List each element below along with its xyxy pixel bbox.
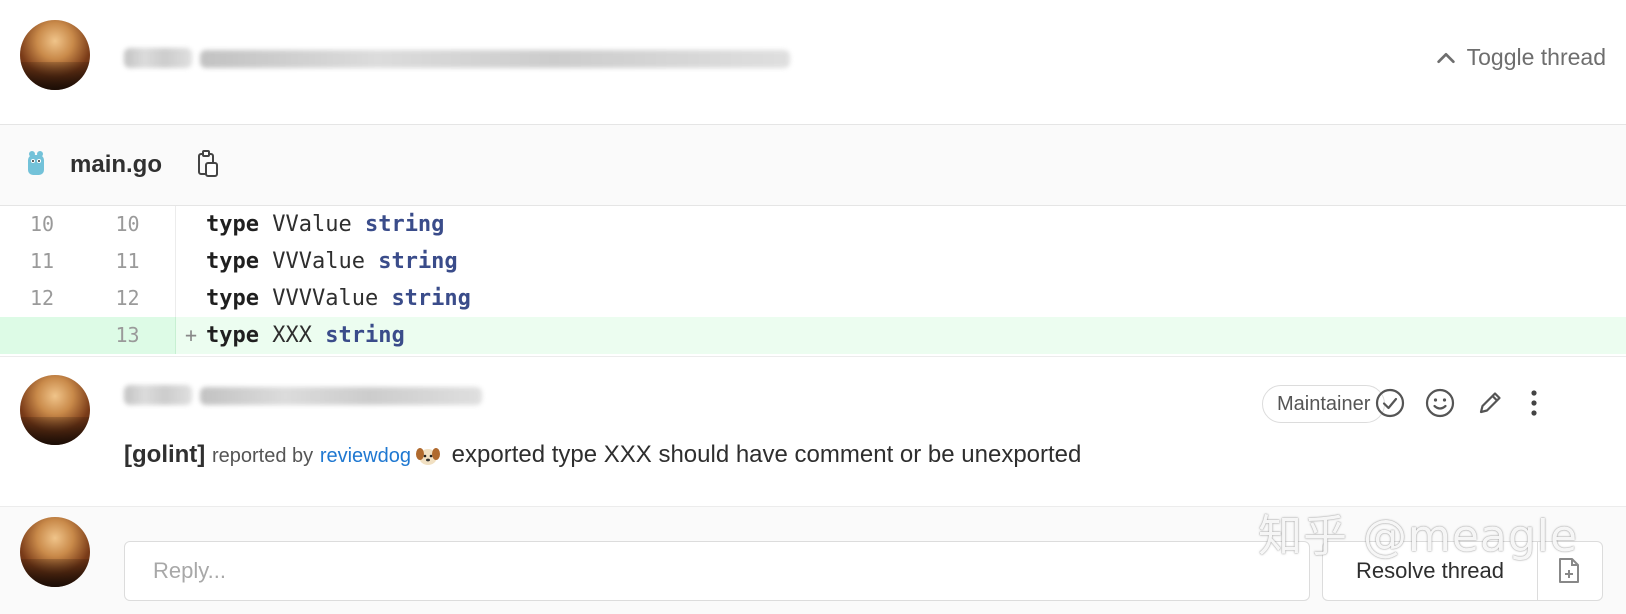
new-line-number[interactable]: 11 [88, 243, 176, 280]
code-content: type VVVValue string [206, 280, 471, 317]
diff-marker [176, 206, 206, 243]
old-line-number[interactable]: 12 [0, 280, 88, 317]
diff-marker [176, 243, 206, 280]
code-content: type VVValue string [206, 243, 458, 280]
current-user-avatar[interactable] [20, 517, 90, 587]
toggle-thread-button[interactable]: Toggle thread [1435, 44, 1606, 71]
redacted-comment-meta [200, 387, 482, 405]
new-line-number[interactable]: 10 [88, 206, 176, 243]
code-line: 10 10 type VValue string [0, 206, 1626, 243]
old-line-number[interactable]: 10 [0, 206, 88, 243]
code-keyword: type [206, 323, 259, 348]
diff-marker: + [184, 323, 198, 347]
check-circle-icon[interactable] [1374, 387, 1406, 419]
code-type: string [325, 323, 405, 348]
code-line: 12 12 type VVVValue string [0, 280, 1626, 317]
code-identifier: XXX [258, 323, 326, 348]
thread-author-avatar[interactable] [20, 20, 90, 90]
new-line-number[interactable]: 13 [88, 317, 176, 354]
thread-header: Toggle thread [0, 0, 1626, 124]
copy-clipboard-icon[interactable] [196, 149, 220, 179]
kebab-menu-icon[interactable] [1518, 387, 1550, 419]
diff-file-header: main.go [0, 124, 1626, 206]
comment-author-avatar[interactable] [20, 375, 90, 445]
comment-body: [golint] reported by reviewdog exported … [124, 441, 1081, 469]
watermark: 知乎 @meagle [1258, 511, 1579, 562]
code-content: type VValue string [206, 206, 444, 243]
smiley-icon[interactable] [1424, 387, 1456, 419]
new-line-number[interactable]: 12 [88, 280, 176, 317]
linter-name: [golint] [124, 441, 206, 468]
review-comment: Maintainer [golint] reported by reviewdo… [0, 356, 1626, 506]
code-keyword: type [206, 286, 259, 311]
redacted-thread-summary [200, 50, 790, 68]
code-line-added: 13 + type XXX string [0, 317, 1626, 354]
code-identifier: VVValue [258, 249, 379, 274]
redacted-comment-author [124, 385, 192, 405]
code-content: type XXX string [206, 317, 405, 354]
reply-input[interactable] [124, 541, 1310, 601]
toggle-thread-label: Toggle thread [1466, 44, 1606, 70]
file-name[interactable]: main.go [70, 151, 162, 179]
code-identifier: VVVValue [258, 286, 392, 311]
code-type: string [378, 249, 458, 274]
pencil-icon[interactable] [1474, 387, 1506, 419]
maintainer-badge: Maintainer [1262, 385, 1386, 423]
code-keyword: type [206, 212, 259, 237]
comment-message: exported type XXX should have comment or… [451, 441, 1082, 468]
code-identifier: VValue [258, 212, 365, 237]
chevron-up-icon [1436, 52, 1455, 63]
code-type: string [364, 212, 445, 237]
go-gopher-icon [28, 151, 44, 175]
old-line-number[interactable]: 11 [0, 243, 88, 280]
redacted-author-name [124, 48, 192, 68]
dog-emoji-icon [415, 447, 440, 465]
code-line: 11 11 type VVValue string [0, 243, 1626, 280]
code-keyword: type [206, 249, 259, 274]
reported-by-label: reported by [211, 445, 314, 467]
diff-marker [176, 280, 206, 317]
diff-code-lines: 10 10 type VValue string 11 11 type VVVa… [0, 206, 1626, 354]
reporter-link[interactable]: reviewdog [320, 445, 411, 467]
code-type: string [391, 286, 471, 311]
old-line-number[interactable] [0, 317, 88, 354]
